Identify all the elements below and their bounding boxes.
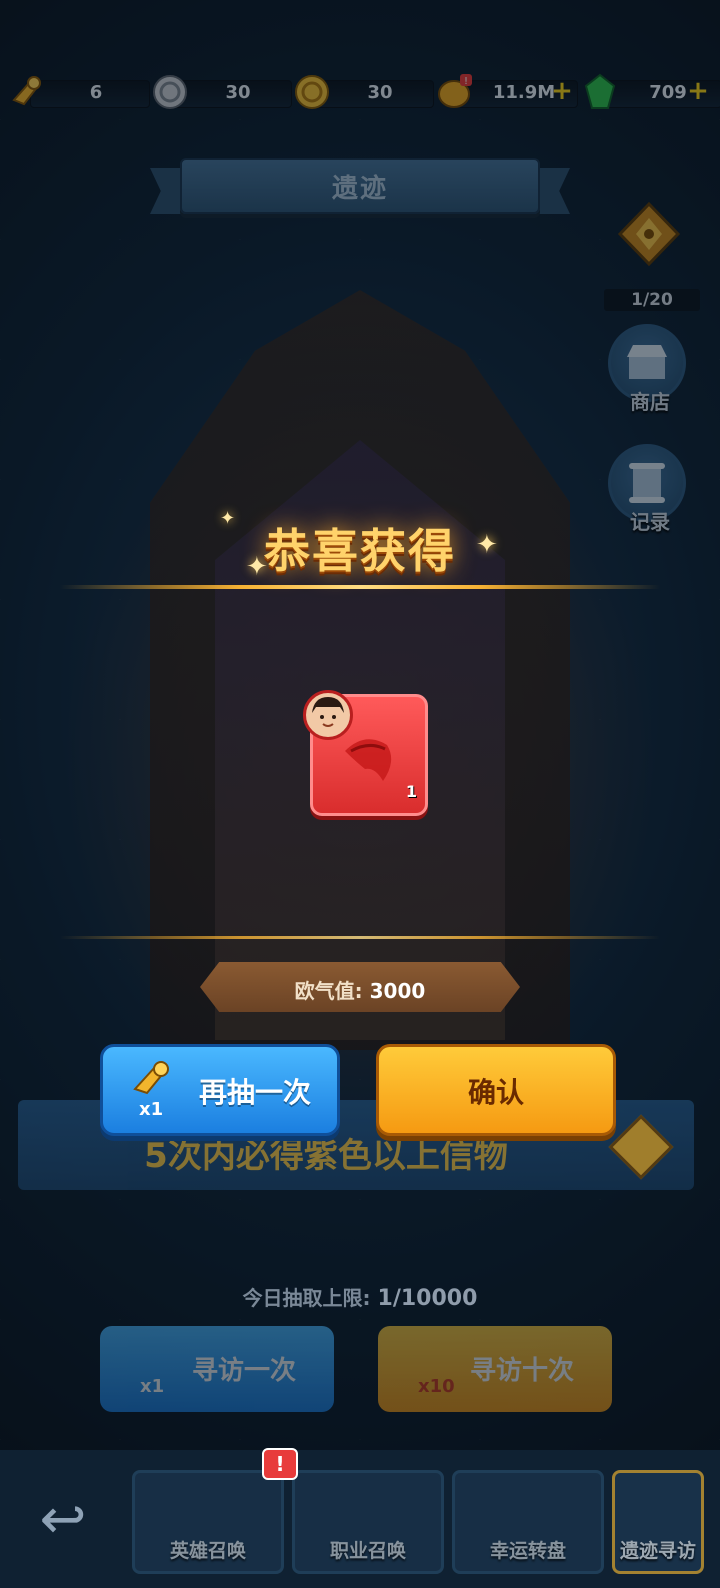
bottom-nav: ↩ 英雄召唤 职业召唤 幸运转盘 遗迹寻访 xyxy=(0,1450,720,1588)
sparkle-icon: ✦ xyxy=(246,552,268,582)
daily-limit-value: 1/10000 xyxy=(377,1286,478,1311)
reward-heading: 恭喜获得 xyxy=(264,524,456,578)
tab-label: 幸运转盘 xyxy=(489,1540,566,1562)
tab-relic-visit[interactable]: 遗迹寻访 xyxy=(612,1470,704,1574)
draw-cost: x1 xyxy=(139,1099,164,1120)
confirm-label: 确认 xyxy=(467,1076,524,1109)
daily-limit-label: 今日抽取上限: xyxy=(242,1286,371,1310)
glow-divider xyxy=(60,585,660,589)
golden-key-icon xyxy=(133,1061,169,1095)
tab-lucky-wheel[interactable]: 幸运转盘 xyxy=(452,1470,604,1574)
tab-hero-summon[interactable]: 英雄召唤 xyxy=(132,1470,284,1574)
tab-label: 职业召唤 xyxy=(329,1540,406,1562)
tab-label: 遗迹寻访 xyxy=(619,1540,696,1562)
back-arrow-icon[interactable]: ↩ xyxy=(28,1490,98,1550)
hero-avatar-icon xyxy=(303,690,353,740)
notification-badge: ! xyxy=(262,1448,298,1480)
sparkle-icon: ✦ xyxy=(220,508,236,529)
draw-once-label: 寻访一次 xyxy=(192,1356,297,1386)
tab-class-summon[interactable]: 职业召唤 xyxy=(292,1470,444,1574)
item-count: 1 xyxy=(405,782,417,801)
draw-again-label: 再抽一次 xyxy=(198,1076,311,1109)
glow-divider xyxy=(60,936,660,939)
luck-value: 3000 xyxy=(369,979,426,1003)
tab-label: 英雄召唤 xyxy=(169,1540,246,1562)
draw-ten-label: 寻访十次 xyxy=(470,1356,575,1386)
sparkle-icon: ✦ xyxy=(476,530,498,560)
draw-once-cost: x1 xyxy=(140,1376,165,1397)
draw-once-button[interactable]: x1 寻访一次 xyxy=(100,1326,334,1412)
daily-limit: 今日抽取上限: 1/10000 xyxy=(0,1282,720,1311)
draw-ten-cost: x10 xyxy=(418,1376,455,1397)
confirm-button[interactable]: 确认 xyxy=(376,1044,616,1136)
draw-again-button[interactable]: x1 再抽一次 xyxy=(100,1044,340,1136)
luck-label: 欧气值: xyxy=(294,979,363,1003)
draw-ten-button[interactable]: x10 寻访十次 xyxy=(378,1326,612,1412)
luck-value-plate: 欧气值: 3000 xyxy=(200,962,520,1012)
